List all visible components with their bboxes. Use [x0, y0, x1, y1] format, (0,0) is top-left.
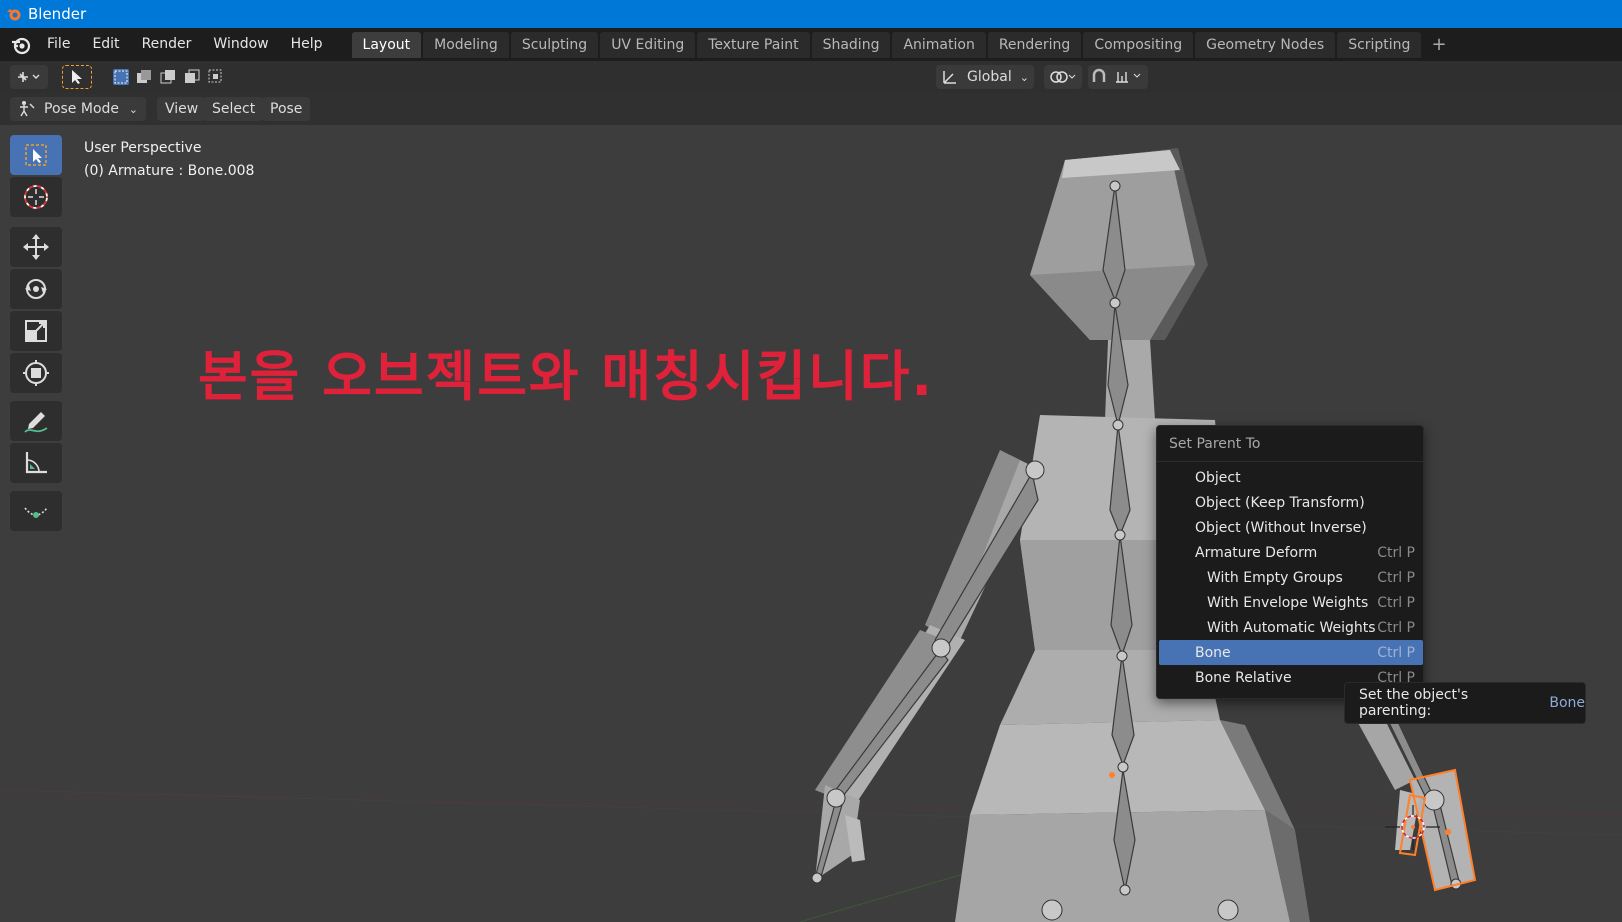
editor-type-button[interactable]	[10, 65, 48, 89]
orientation-label: Global	[967, 69, 1012, 85]
transform-orientation-dropdown[interactable]: Global ⌄	[936, 65, 1034, 89]
pointer-icon	[72, 70, 82, 84]
menu-item-with-empty-groups[interactable]: With Empty Groups Ctrl P	[1159, 565, 1423, 590]
x-axis-line	[0, 794, 1622, 816]
object-origin	[1445, 829, 1451, 835]
menu-item-object[interactable]: Object	[1159, 465, 1423, 490]
scale-tool[interactable]	[10, 311, 62, 351]
move-tool[interactable]	[10, 227, 62, 267]
tab-geometry-nodes[interactable]: Geometry Nodes	[1195, 31, 1336, 58]
add-workspace-button[interactable]: +	[1423, 32, 1454, 58]
menu-render[interactable]: Render	[131, 28, 203, 61]
cursor-tool[interactable]	[10, 177, 62, 217]
tooltip-value: Bone	[1549, 695, 1585, 711]
bone-relax-icon	[24, 507, 48, 518]
tool-header: Global ⌄	[0, 61, 1622, 93]
pose-menu[interactable]: Pose	[262, 97, 311, 121]
transform-icon	[23, 360, 49, 386]
tab-uv-editing[interactable]: UV Editing	[600, 31, 696, 58]
window-titlebar: Blender	[0, 0, 1622, 28]
annotate-icon	[24, 412, 48, 433]
tab-animation[interactable]: Animation	[892, 31, 986, 58]
bone-relax-tool[interactable]	[10, 491, 62, 531]
select-tool-button[interactable]	[62, 65, 92, 89]
tab-shading[interactable]: Shading	[811, 31, 891, 58]
annotate-tool[interactable]	[10, 401, 62, 441]
pose-mode-icon	[20, 101, 35, 117]
mode-label: Pose Mode	[44, 101, 120, 117]
chevron-down-icon: ⌄	[1019, 70, 1029, 84]
mode-dropdown[interactable]: Pose Mode ⌄	[10, 97, 146, 121]
select-box-icon	[25, 144, 47, 166]
select-mode-icons[interactable]	[110, 67, 226, 87]
tab-sculpting[interactable]: Sculpting	[510, 31, 599, 58]
orientation-icon	[943, 71, 957, 84]
select-mode-buttons	[108, 65, 228, 89]
menu-item-bone[interactable]: Bone Ctrl P	[1159, 640, 1423, 665]
menu-item-armature-deform[interactable]: Armature Deform Ctrl P	[1159, 540, 1423, 565]
menu-item-object-keep-transform[interactable]: Object (Keep Transform)	[1159, 490, 1423, 515]
rotate-icon	[25, 279, 47, 299]
blender-logo-icon	[7, 9, 21, 21]
window-title: Blender	[28, 5, 87, 23]
perspective-label: User Perspective	[84, 140, 202, 156]
tab-rendering[interactable]: Rendering	[987, 31, 1082, 58]
pivot-point-dropdown[interactable]	[1044, 65, 1082, 89]
measure-tool[interactable]	[10, 443, 62, 483]
menu-item-with-automatic-weights[interactable]: With Automatic Weights Ctrl P	[1159, 615, 1423, 640]
editor-type-icon	[18, 72, 40, 82]
tab-texture-paint[interactable]: Texture Paint	[697, 31, 810, 58]
menu-item-object-without-inverse[interactable]: Object (Without Inverse)	[1159, 515, 1423, 540]
workspace-tabs: Layout Modeling Sculpting UV Editing Tex…	[351, 31, 1457, 58]
tooltip-text: Set the object's parenting:	[1359, 687, 1469, 719]
pivot-icon	[1050, 71, 1076, 83]
tab-compositing[interactable]: Compositing	[1083, 31, 1194, 58]
set-parent-popup: Set Parent To Object Object (Keep Transf…	[1156, 425, 1424, 699]
snapping-buttons[interactable]	[1088, 65, 1148, 89]
chevron-down-icon: ⌄	[128, 102, 138, 116]
menu-file[interactable]: File	[36, 28, 81, 61]
object-origin	[1109, 772, 1115, 778]
menu-item-with-envelope-weights[interactable]: With Envelope Weights Ctrl P	[1159, 590, 1423, 615]
popup-title: Set Parent To	[1157, 426, 1423, 462]
rotate-tool[interactable]	[10, 269, 62, 309]
measure-icon	[25, 452, 47, 474]
tab-scripting[interactable]: Scripting	[1337, 31, 1422, 58]
scale-icon	[25, 320, 47, 342]
move-icon	[23, 234, 49, 260]
tab-modeling[interactable]: Modeling	[423, 31, 509, 58]
top-menubar: File Edit Render Window Help Layout Mode…	[0, 28, 1622, 61]
cursor-icon	[24, 185, 48, 209]
view-menu[interactable]: View	[157, 97, 207, 121]
select-menu[interactable]: Select	[204, 97, 264, 121]
viewport-info: User Perspective (0) Armature : Bone.008	[84, 137, 254, 183]
viewport-header: Pose Mode ⌄ View Select Pose	[0, 93, 1622, 125]
menu-window[interactable]: Window	[202, 28, 279, 61]
tab-layout[interactable]: Layout	[351, 31, 422, 58]
overlay-instruction-text: 본을 오브젝트와 매칭시킵니다.	[198, 345, 934, 408]
select-box-tool[interactable]	[10, 135, 62, 175]
active-object-label: (0) Armature : Bone.008	[84, 163, 255, 179]
menu-help[interactable]: Help	[280, 28, 334, 61]
blender-logo-icon[interactable]	[10, 34, 32, 56]
transform-tool[interactable]	[10, 353, 62, 393]
menu-edit[interactable]: Edit	[81, 28, 130, 61]
tooltip: Set the object's parenting: Bone	[1344, 682, 1586, 724]
snap-icon	[1092, 68, 1141, 83]
